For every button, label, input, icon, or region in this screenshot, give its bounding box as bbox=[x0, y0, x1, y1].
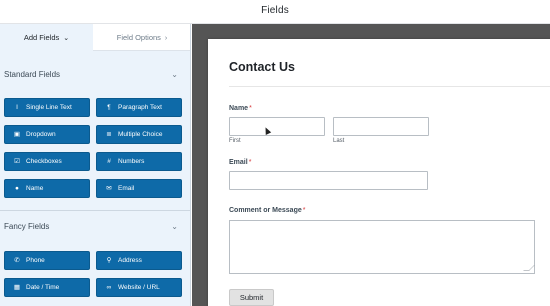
add-multiple-choice-button[interactable]: ≣ Multiple Choice bbox=[96, 125, 182, 144]
email-field-label: Email* bbox=[229, 159, 251, 166]
button-label: Multiple Choice bbox=[118, 131, 163, 138]
envelope-icon: ✉ bbox=[106, 185, 112, 192]
tab-add-fields-label: Add Fields bbox=[23, 33, 60, 42]
button-label: Paragraph Text bbox=[118, 104, 162, 111]
standard-fields-header[interactable]: Standard Fields ⌄ bbox=[4, 70, 184, 84]
required-marker: * bbox=[248, 159, 252, 166]
button-label: Date / Time bbox=[26, 284, 60, 291]
chevron-down-icon: ⌄ bbox=[63, 35, 70, 42]
tab-field-options[interactable]: Field Options › bbox=[93, 24, 190, 51]
phone-icon: ✆ bbox=[14, 257, 20, 264]
button-label: Numbers bbox=[118, 158, 145, 165]
add-phone-button[interactable]: ✆ Phone bbox=[4, 251, 90, 270]
user-icon: ● bbox=[15, 185, 19, 192]
link-icon: ∞ bbox=[106, 284, 112, 291]
add-date-time-button[interactable]: ▦ Date / Time bbox=[4, 278, 90, 297]
add-single-line-text-button[interactable]: I Single Line Text bbox=[4, 98, 90, 117]
fields-sidebar: Add Fields ⌄ Field Options › Standard Fiel… bbox=[0, 24, 191, 306]
required-marker: * bbox=[249, 105, 252, 112]
button-label: Phone bbox=[26, 257, 45, 264]
message-textarea[interactable] bbox=[229, 220, 535, 274]
tab-field-options-label: Field Options bbox=[116, 33, 161, 42]
button-label: Address bbox=[118, 257, 142, 264]
tab-add-fields[interactable]: Add Fields ⌄ bbox=[0, 24, 93, 51]
form-title[interactable]: Contact Us bbox=[229, 60, 295, 74]
first-sublabel: First bbox=[229, 138, 241, 144]
button-label: Checkboxes bbox=[26, 158, 62, 165]
fancy-fields-heading: Fancy Fields bbox=[4, 222, 50, 231]
chevron-right-icon: › bbox=[164, 35, 168, 42]
name-field-label: Name* bbox=[229, 105, 252, 112]
form-preview-canvas: Contact Us Name* First Last Email* Comme… bbox=[192, 24, 550, 306]
required-marker: * bbox=[302, 207, 306, 214]
last-sublabel: Last bbox=[333, 138, 345, 144]
list-icon: ≣ bbox=[106, 131, 112, 138]
text-cursor-icon: I bbox=[16, 104, 18, 111]
add-dropdown-button[interactable]: ▣ Dropdown bbox=[4, 125, 90, 144]
dropdown-icon: ▣ bbox=[13, 131, 21, 138]
fancy-fields-header[interactable]: Fancy Fields ⌄ bbox=[4, 222, 184, 236]
hash-icon: # bbox=[107, 158, 111, 165]
standard-fields-heading: Standard Fields bbox=[4, 70, 61, 79]
message-label-text: Comment or Message bbox=[229, 207, 302, 214]
page-title: Fields bbox=[261, 5, 289, 16]
add-name-button[interactable]: ● Name bbox=[4, 179, 90, 198]
email-input[interactable] bbox=[229, 171, 428, 190]
section-divider bbox=[0, 210, 190, 211]
chevron-down-icon[interactable]: ⌄ bbox=[171, 70, 178, 79]
chevron-down-icon[interactable]: ⌄ bbox=[171, 222, 178, 231]
title-divider bbox=[229, 86, 550, 87]
calendar-icon: ▦ bbox=[13, 284, 21, 291]
add-checkboxes-button[interactable]: ☑ Checkboxes bbox=[4, 152, 90, 171]
map-pin-icon: ⚲ bbox=[106, 257, 112, 264]
button-label: Name bbox=[26, 185, 44, 192]
paragraph-icon: ¶ bbox=[107, 104, 111, 111]
checkbox-icon: ☑ bbox=[14, 158, 20, 165]
top-bar: Fields bbox=[0, 0, 550, 24]
email-label-text: Email bbox=[229, 159, 248, 166]
add-numbers-button[interactable]: # Numbers bbox=[96, 152, 182, 171]
last-name-input[interactable] bbox=[333, 117, 429, 136]
add-address-button[interactable]: ⚲ Address bbox=[96, 251, 182, 270]
button-label: Dropdown bbox=[26, 131, 56, 138]
submit-button[interactable]: Submit bbox=[229, 289, 274, 306]
add-paragraph-text-button[interactable]: ¶ Paragraph Text bbox=[96, 98, 182, 117]
first-name-input[interactable] bbox=[229, 117, 325, 136]
button-label: Email bbox=[118, 185, 135, 192]
form-preview: Contact Us Name* First Last Email* Comme… bbox=[208, 39, 550, 306]
name-label-text: Name bbox=[229, 105, 249, 112]
resize-handle-icon[interactable] bbox=[523, 265, 535, 271]
button-label: Website / URL bbox=[118, 284, 160, 291]
add-website-url-button[interactable]: ∞ Website / URL bbox=[96, 278, 182, 297]
sidebar-tabs: Add Fields ⌄ Field Options › bbox=[0, 24, 190, 51]
button-label: Single Line Text bbox=[26, 104, 72, 111]
add-email-button[interactable]: ✉ Email bbox=[96, 179, 182, 198]
message-field-label: Comment or Message* bbox=[229, 207, 305, 214]
